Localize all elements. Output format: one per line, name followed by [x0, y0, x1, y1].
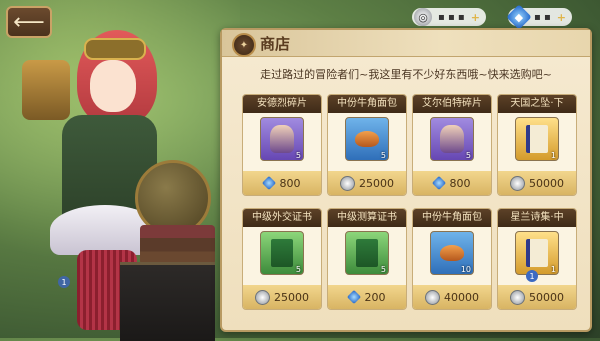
silver-coin-icon: [425, 289, 440, 305]
shop-item-name: 中份牛角面包: [328, 95, 406, 113]
shop-item-slot[interactable]: 10: [430, 231, 474, 275]
shop-item-slot[interactable]: 5: [345, 231, 389, 275]
shop-item-price-value: 40000: [444, 290, 479, 304]
shop-item-slot[interactable]: 1: [515, 231, 559, 275]
shop-item-name: 安德烈碎片: [243, 95, 321, 113]
silver-coin-icon: [340, 175, 355, 191]
goggles-icon: [84, 38, 146, 60]
shop-item-price[interactable]: 25000: [328, 171, 406, 195]
shop-item-price-value: 50000: [529, 176, 564, 190]
book-stack-prop: [140, 225, 215, 265]
pedestal-prop: [120, 262, 215, 341]
silver-currency-display[interactable]: ◎ ▪ ▪ ▪ +: [412, 8, 486, 26]
silver-coin-icon: [510, 175, 525, 191]
shop-item-price[interactable]: 200: [328, 285, 406, 309]
shop-item-price-value: 25000: [274, 290, 309, 304]
blue-gem-icon: [431, 175, 446, 191]
shop-item-card[interactable]: 中份牛角面包 5 25000: [327, 94, 407, 196]
shop-title: 商店: [260, 35, 291, 53]
portrait-shard-icon: [440, 125, 464, 153]
shop-item-slot[interactable]: 5: [260, 117, 304, 161]
shop-item-price-value: 50000: [529, 290, 564, 304]
shop-item-price[interactable]: 50000: [498, 285, 576, 309]
shop-item-quantity: 5: [295, 151, 301, 160]
shop-item-name: 天国之坠·下: [498, 95, 576, 113]
shop-item-quantity: 10: [460, 265, 471, 274]
shop-item-card[interactable]: 中级外交证书 5 25000: [242, 208, 322, 310]
shop-item-price-value: 25000: [359, 176, 394, 190]
book-icon: [526, 239, 548, 267]
shop-item-price[interactable]: 50000: [498, 171, 576, 195]
certificate-icon: [271, 239, 293, 267]
item-info-badge[interactable]: 1: [526, 270, 538, 282]
gem-currency-value: ▪ ▪: [534, 11, 551, 23]
shop-item-quantity: 5: [465, 151, 471, 160]
shop-item-quantity: 5: [380, 151, 386, 160]
shop-greeting: 走过路过的冒险者们~我这里有不少好东西哦~快来选购吧~: [260, 68, 552, 81]
blue-gem-icon: [346, 289, 361, 305]
silver-coin-icon: [510, 289, 525, 305]
silver-coin-icon: [255, 289, 270, 305]
shop-emblem-icon: ✦: [232, 33, 256, 57]
character-face: [90, 60, 136, 112]
shop-item-price[interactable]: 800: [413, 171, 491, 195]
shop-item-card[interactable]: 天国之坠·下 1 50000: [497, 94, 577, 196]
shop-item-price[interactable]: 40000: [413, 285, 491, 309]
shop-item-card[interactable]: 安德烈碎片 5 800: [242, 94, 322, 196]
shop-item-price[interactable]: 800: [243, 171, 321, 195]
shop-panel-header: ✦ 商店: [222, 30, 590, 57]
shop-item-slot[interactable]: 5: [430, 117, 474, 161]
shop-item-price-value: 800: [279, 176, 301, 190]
shop-item-price[interactable]: 25000: [243, 285, 321, 309]
shop-item-name: 星兰诗集·中: [498, 209, 576, 227]
silver-coin-icon: ◎: [414, 8, 432, 26]
shop-item-card[interactable]: 艾尔伯特碎片 5 800: [412, 94, 492, 196]
shop-item-card[interactable]: 星兰诗集·中 1 50000: [497, 208, 577, 310]
shop-item-grid: 安德烈碎片 5 800 中份牛角面包 5 25000 艾尔伯特碎片 5 800 …: [242, 94, 577, 310]
shop-item-name: 艾尔伯特碎片: [413, 95, 491, 113]
shop-item-quantity: 5: [295, 265, 301, 274]
book-icon: [526, 125, 548, 153]
shop-item-quantity: 5: [380, 265, 386, 274]
shop-item-slot[interactable]: 5: [345, 117, 389, 161]
shop-item-slot[interactable]: 5: [260, 231, 304, 275]
shop-item-slot[interactable]: 1: [515, 117, 559, 161]
gem-currency-display[interactable]: ◆ ▪ ▪ +: [506, 4, 572, 30]
shop-item-quantity: 1: [550, 265, 556, 274]
add-gem-button[interactable]: +: [557, 11, 566, 24]
shop-item-quantity: 1: [550, 151, 556, 160]
croissant-icon: [355, 131, 379, 147]
blue-gem-icon: [261, 175, 276, 191]
shop-item-price-value: 200: [364, 290, 386, 304]
certificate-icon: [356, 239, 378, 267]
shop-item-name: 中级外交证书: [243, 209, 321, 227]
shop-item-card[interactable]: 中级测算证书 5 200: [327, 208, 407, 310]
shop-panel: ✦ 商店 走过路过的冒险者们~我这里有不少好东西哦~快来选购吧~ 安德烈碎片 5…: [220, 28, 592, 332]
cannon-prop: [22, 60, 70, 120]
croissant-icon: [440, 245, 464, 261]
shop-item-name: 中级测算证书: [328, 209, 406, 227]
shop-item-price-value: 800: [449, 176, 471, 190]
shop-item-card[interactable]: 中份牛角面包 10 40000: [412, 208, 492, 310]
shop-item-name: 中份牛角面包: [413, 209, 491, 227]
portrait-shard-icon: [270, 125, 294, 153]
add-silver-button[interactable]: +: [471, 11, 480, 24]
silver-currency-value: ▪ ▪ ▪: [438, 11, 465, 23]
character-info-badge[interactable]: 1: [58, 276, 70, 288]
